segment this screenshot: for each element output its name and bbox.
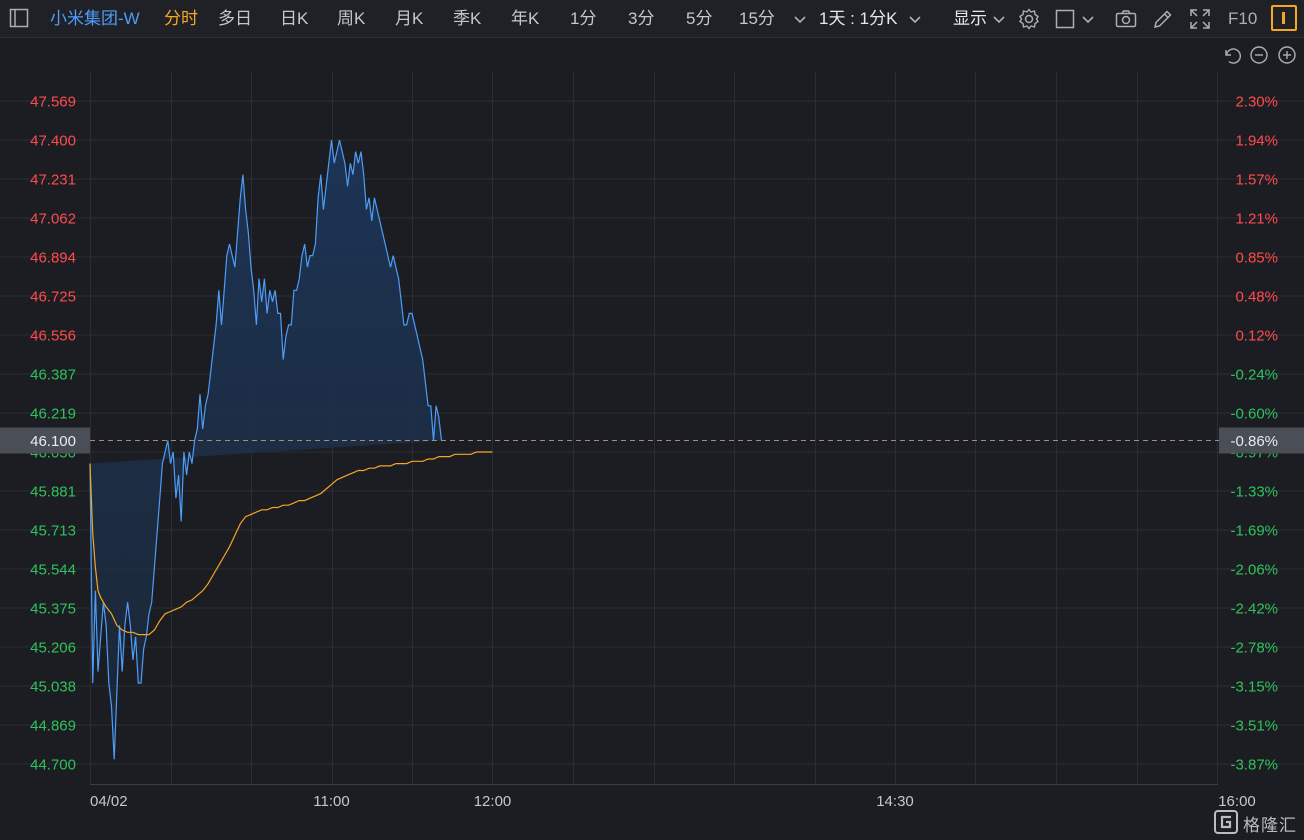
intraday-chart[interactable]: 47.569 47.400 47.231 47.062 46.894 46.725 46.5… — [0, 38, 1304, 840]
zoom-out-icon[interactable] — [1250, 46, 1268, 64]
display-menu[interactable]: 显示 — [953, 0, 987, 38]
price-tick-label: 44.869 — [30, 718, 76, 735]
percent-tick-label: -0.24% — [1230, 367, 1278, 384]
combo-period-selector[interactable]: 1天 : 1分K — [819, 0, 897, 38]
price-tick-label: 46.725 — [30, 289, 76, 306]
tab-period-week-k[interactable]: 周K — [337, 0, 365, 38]
chart-grid — [0, 72, 1304, 785]
tab-period-quarter-k[interactable]: 季K — [453, 0, 481, 38]
combo-chevron-icon[interactable] — [905, 7, 929, 31]
price-tick-label: 46.219 — [30, 406, 76, 423]
tab-period-3min[interactable]: 3分 — [628, 0, 654, 38]
side-panel-toggle-button[interactable] — [1271, 5, 1297, 31]
watermark: 格隆汇 — [1213, 807, 1303, 835]
chart-toolbar: 小米集团-W 分时 多日 日K 周K 月K 季K 年K 1分 3分 5分 15分… — [0, 0, 1304, 38]
price-tick-label: 47.569 — [30, 94, 76, 111]
price-tick-label: 45.375 — [30, 601, 76, 618]
percent-tick-label: 1.21% — [1235, 211, 1278, 228]
tab-period-5min[interactable]: 5分 — [686, 0, 712, 38]
camera-icon[interactable] — [1114, 7, 1138, 31]
percent-tick-label: -2.78% — [1230, 640, 1278, 657]
price-tick-label: 45.038 — [30, 679, 76, 696]
price-tick-label: 47.062 — [30, 211, 76, 228]
percent-tick-label: -0.60% — [1230, 406, 1278, 423]
percent-tick-label: -3.15% — [1230, 679, 1278, 696]
price-tick-label: 46.387 — [30, 367, 76, 384]
percent-tick-label: -3.51% — [1230, 718, 1278, 735]
price-tick-label: 47.400 — [30, 133, 76, 150]
time-tick-label: 14:30 — [876, 793, 914, 810]
percent-tick-label: 0.85% — [1235, 250, 1278, 267]
percent-tick-label: -3.87% — [1230, 757, 1278, 774]
period-more-chevron-icon[interactable] — [790, 7, 814, 31]
undo-icon[interactable] — [1225, 48, 1241, 64]
percent-tick-label: -1.69% — [1230, 523, 1278, 540]
price-tick-label: 46.556 — [30, 328, 76, 345]
time-axis-labels: 04/02 11:00 12:00 14:30 16:00 — [90, 793, 1256, 810]
side-panel-toggle-icon — [1282, 12, 1285, 24]
f10-button[interactable]: F10 — [1228, 0, 1257, 38]
percent-tick-label: 2.30% — [1235, 94, 1278, 111]
time-tick-label: 11:00 — [313, 793, 349, 810]
current-price-value: 46.100 — [30, 433, 76, 450]
pencil-icon[interactable] — [1151, 7, 1175, 31]
price-tick-label: 47.231 — [30, 172, 76, 189]
tab-period-1min[interactable]: 1分 — [570, 0, 596, 38]
checkbox-icon[interactable] — [1053, 7, 1077, 31]
tab-period-15min[interactable]: 15分 — [739, 0, 775, 38]
display-chevron-icon[interactable] — [989, 7, 1013, 31]
checkbox-chevron-icon[interactable] — [1078, 7, 1102, 31]
percent-tick-label: 1.57% — [1235, 172, 1278, 189]
tab-period-multiday[interactable]: 多日 — [218, 0, 252, 38]
settings-icon[interactable] — [1017, 7, 1041, 31]
time-tick-label: 12:00 — [474, 793, 512, 810]
percent-tick-label: 1.94% — [1235, 133, 1278, 150]
percent-tick-label: 0.48% — [1235, 289, 1278, 306]
sidebar-toggle-icon[interactable] — [8, 7, 32, 31]
percent-tick-label: 0.12% — [1235, 328, 1278, 345]
stock-name[interactable]: 小米集团-W — [50, 0, 140, 38]
percent-tick-label: -1.33% — [1230, 484, 1278, 501]
tab-period-month-k[interactable]: 月K — [395, 0, 423, 38]
chart-zoom-controls — [1225, 46, 1296, 64]
tab-period-intraday[interactable]: 分时 — [164, 0, 198, 38]
tab-period-day-k[interactable]: 日K — [280, 0, 308, 38]
current-pct-value: -0.86% — [1230, 433, 1278, 450]
zoom-in-icon[interactable] — [1278, 46, 1296, 64]
fullscreen-icon[interactable] — [1188, 7, 1212, 31]
tab-period-year-k[interactable]: 年K — [511, 0, 539, 38]
percent-tick-label: -2.42% — [1230, 601, 1278, 618]
time-tick-label: 04/02 — [90, 793, 128, 810]
price-tick-label: 46.894 — [30, 250, 76, 267]
watermark-logo-icon — [1214, 810, 1238, 834]
price-tick-label: 45.713 — [30, 523, 76, 540]
percent-tick-label: -2.06% — [1230, 562, 1278, 579]
price-tick-label: 45.544 — [30, 562, 76, 579]
price-tick-label: 44.700 — [30, 757, 76, 774]
watermark-text: 格隆汇 — [1243, 816, 1297, 835]
price-tick-label: 45.881 — [30, 484, 76, 501]
price-tick-label: 45.206 — [30, 640, 76, 657]
